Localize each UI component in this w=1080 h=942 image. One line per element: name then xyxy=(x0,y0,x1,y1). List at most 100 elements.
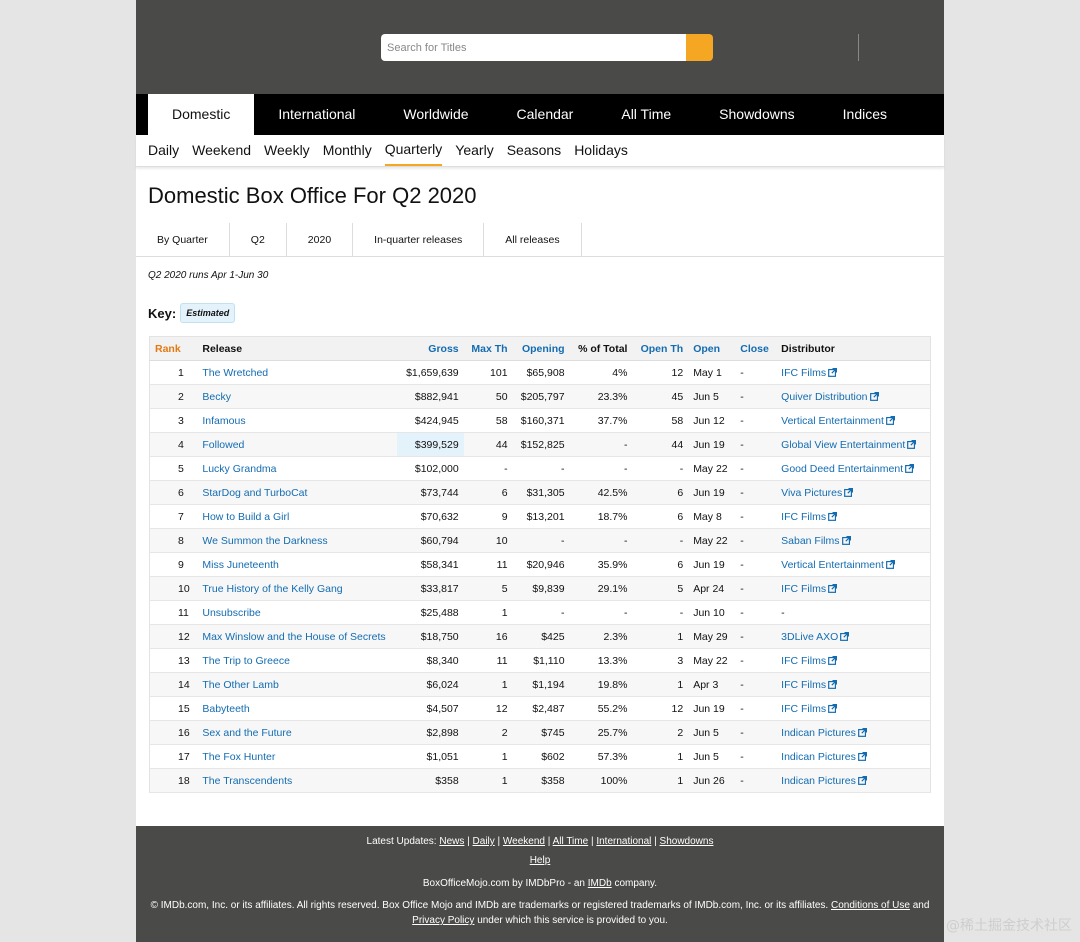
table-row: 14 The Other Lamb $6,024 1 $1,194 19.8% 1 Apr 3… xyxy=(149,672,931,697)
filter-by-quarter[interactable]: By Quarter xyxy=(136,223,230,256)
cell-text: 7 xyxy=(178,510,184,523)
imdb-link[interactable]: IMDb xyxy=(588,878,612,889)
tab-calendar[interactable]: Calendar xyxy=(493,94,598,135)
cell-rank: 1 xyxy=(149,360,198,385)
cell-text: Miss Juneteenth xyxy=(202,558,279,571)
release-link[interactable]: Sex and the Future xyxy=(197,720,398,745)
search-input[interactable] xyxy=(381,34,686,61)
cell-open: May 1 xyxy=(688,360,736,385)
distributor-link[interactable]: Saban Films xyxy=(776,528,931,553)
subtab-yearly[interactable]: Yearly xyxy=(455,135,493,166)
table-header-row: Rank Release Gross Max Th Opening% of Total O… xyxy=(149,336,931,361)
distributor-link[interactable]: IFC Films xyxy=(776,576,931,601)
cell-rank: 16 xyxy=(149,720,198,745)
cell-max-th: 10 xyxy=(463,528,513,553)
release-link[interactable]: How to Build a Girl xyxy=(197,504,398,529)
filter-2020[interactable]: 2020 xyxy=(287,223,354,256)
cell-max-th: 5 xyxy=(463,576,513,601)
column-header-open-th[interactable]: Open Th xyxy=(632,336,689,361)
table-row: 6 StarDog and TurboCat $73,744 6 $31,305 42.5… xyxy=(149,480,931,505)
release-link[interactable]: StarDog and TurboCat xyxy=(197,480,398,505)
distributor-link[interactable]: Vertical Entertainment xyxy=(776,552,931,577)
tab-indices[interactable]: Indices xyxy=(819,94,911,135)
release-link[interactable]: True History of the Kelly Gang xyxy=(197,576,398,601)
release-link[interactable]: The Other Lamb xyxy=(197,672,398,697)
privacy-link[interactable]: Privacy Policy xyxy=(412,915,474,926)
search-button[interactable] xyxy=(686,34,713,61)
cell-text: $25,488 xyxy=(420,606,459,619)
cell-open-th: 44 xyxy=(632,432,689,457)
cell-close: - xyxy=(735,624,777,649)
column-header-close[interactable]: Close xyxy=(735,336,777,361)
cell-text: 18.7% xyxy=(597,510,628,523)
release-link[interactable]: Followed xyxy=(197,432,398,457)
tab-domestic[interactable]: Domestic xyxy=(148,94,255,135)
cell-close: - xyxy=(735,360,777,385)
cell-gross: $58,341 xyxy=(397,552,464,577)
cell-text: 8 xyxy=(178,534,184,547)
release-link[interactable]: We Summon the Darkness xyxy=(197,528,398,553)
subtab-weekly[interactable]: Weekly xyxy=(264,135,310,166)
release-link[interactable]: Becky xyxy=(197,384,398,409)
subtab-weekend[interactable]: Weekend xyxy=(192,135,251,166)
table-row: 11 Unsubscribe $25,488 1- - - Jun 10- - xyxy=(149,600,931,625)
footer-link-all-time[interactable]: All Time xyxy=(553,836,589,847)
distributor-link[interactable]: Vertical Entertainment xyxy=(776,408,931,433)
release-link[interactable]: Unsubscribe xyxy=(197,600,398,625)
footer-link-news[interactable]: News xyxy=(439,836,464,847)
distributor-link[interactable]: Viva Pictures xyxy=(776,480,931,505)
column-header-gross[interactable]: Gross xyxy=(397,336,464,361)
help-link[interactable]: Help xyxy=(530,855,551,866)
footer-link-weekend[interactable]: Weekend xyxy=(503,836,545,847)
distributor-link[interactable]: Good Deed Entertainment xyxy=(776,456,931,481)
cell-text: - xyxy=(740,702,744,715)
cell-gross: $8,340 xyxy=(397,648,464,673)
tab-showdowns[interactable]: Showdowns xyxy=(695,94,819,135)
cell-text: May 22 xyxy=(693,534,728,547)
distributor-link[interactable]: 3DLive AXO xyxy=(776,624,931,649)
release-link[interactable]: The Fox Hunter xyxy=(197,744,398,769)
footer-link-daily[interactable]: Daily xyxy=(473,836,495,847)
subtab-monthly[interactable]: Monthly xyxy=(323,135,372,166)
brand-suffix: company. xyxy=(614,878,658,889)
external-link-icon xyxy=(905,463,915,473)
release-link[interactable]: The Transcendents xyxy=(197,768,398,793)
subtab-holidays[interactable]: Holidays xyxy=(574,135,628,166)
conditions-link[interactable]: Conditions of Use xyxy=(831,900,910,911)
filter-in-quarter-releases[interactable]: In-quarter releases xyxy=(353,223,485,256)
distributor-link[interactable]: Indican Pictures xyxy=(776,744,931,769)
tab-worldwide[interactable]: Worldwide xyxy=(379,94,492,135)
subtab-quarterly[interactable]: Quarterly xyxy=(384,135,443,166)
footer-link-international[interactable]: International xyxy=(596,836,651,847)
filter-q2[interactable]: Q2 xyxy=(230,223,287,256)
distributor-link[interactable]: IFC Films xyxy=(776,360,931,385)
column-header-open[interactable]: Open xyxy=(688,336,736,361)
release-link[interactable]: The Trip to Greece xyxy=(197,648,398,673)
distributor-link[interactable]: Indican Pictures xyxy=(776,720,931,745)
release-link[interactable]: Babyteeth xyxy=(197,696,398,721)
distributor-link[interactable]: IFC Films xyxy=(776,672,931,697)
cell-text: The Fox Hunter xyxy=(202,750,276,763)
distributor-link[interactable]: Indican Pictures xyxy=(776,768,931,793)
distributor-link[interactable]: IFC Films xyxy=(776,504,931,529)
distributor-link[interactable]: IFC Films xyxy=(776,696,931,721)
column-header-rank[interactable]: Rank xyxy=(149,336,198,361)
filter-all-releases[interactable]: All releases xyxy=(484,223,582,256)
footer-link-showdowns[interactable]: Showdowns xyxy=(660,836,714,847)
cell-text: IFC Films xyxy=(781,366,827,379)
distributor-link[interactable]: IFC Films xyxy=(776,648,931,673)
column-header-max-th[interactable]: Max Th xyxy=(463,336,513,361)
tab-international[interactable]: International xyxy=(254,94,379,135)
subtab-seasons[interactable]: Seasons xyxy=(507,135,561,166)
subtab-daily[interactable]: Daily xyxy=(148,135,179,166)
release-link[interactable]: Lucky Grandma xyxy=(197,456,398,481)
distributor-link[interactable]: Quiver Distribution xyxy=(776,384,931,409)
release-link[interactable]: Miss Juneteenth xyxy=(197,552,398,577)
tab-all-time[interactable]: All Time xyxy=(597,94,695,135)
column-header-opening[interactable]: Opening xyxy=(512,336,570,361)
release-link[interactable]: Infamous xyxy=(197,408,398,433)
distributor-link[interactable]: Global View Entertainment xyxy=(776,432,931,457)
release-link[interactable]: Max Winslow and the House of Secrets xyxy=(197,624,398,649)
cell-text: $31,305 xyxy=(526,486,565,499)
release-link[interactable]: The Wretched xyxy=(197,360,398,385)
